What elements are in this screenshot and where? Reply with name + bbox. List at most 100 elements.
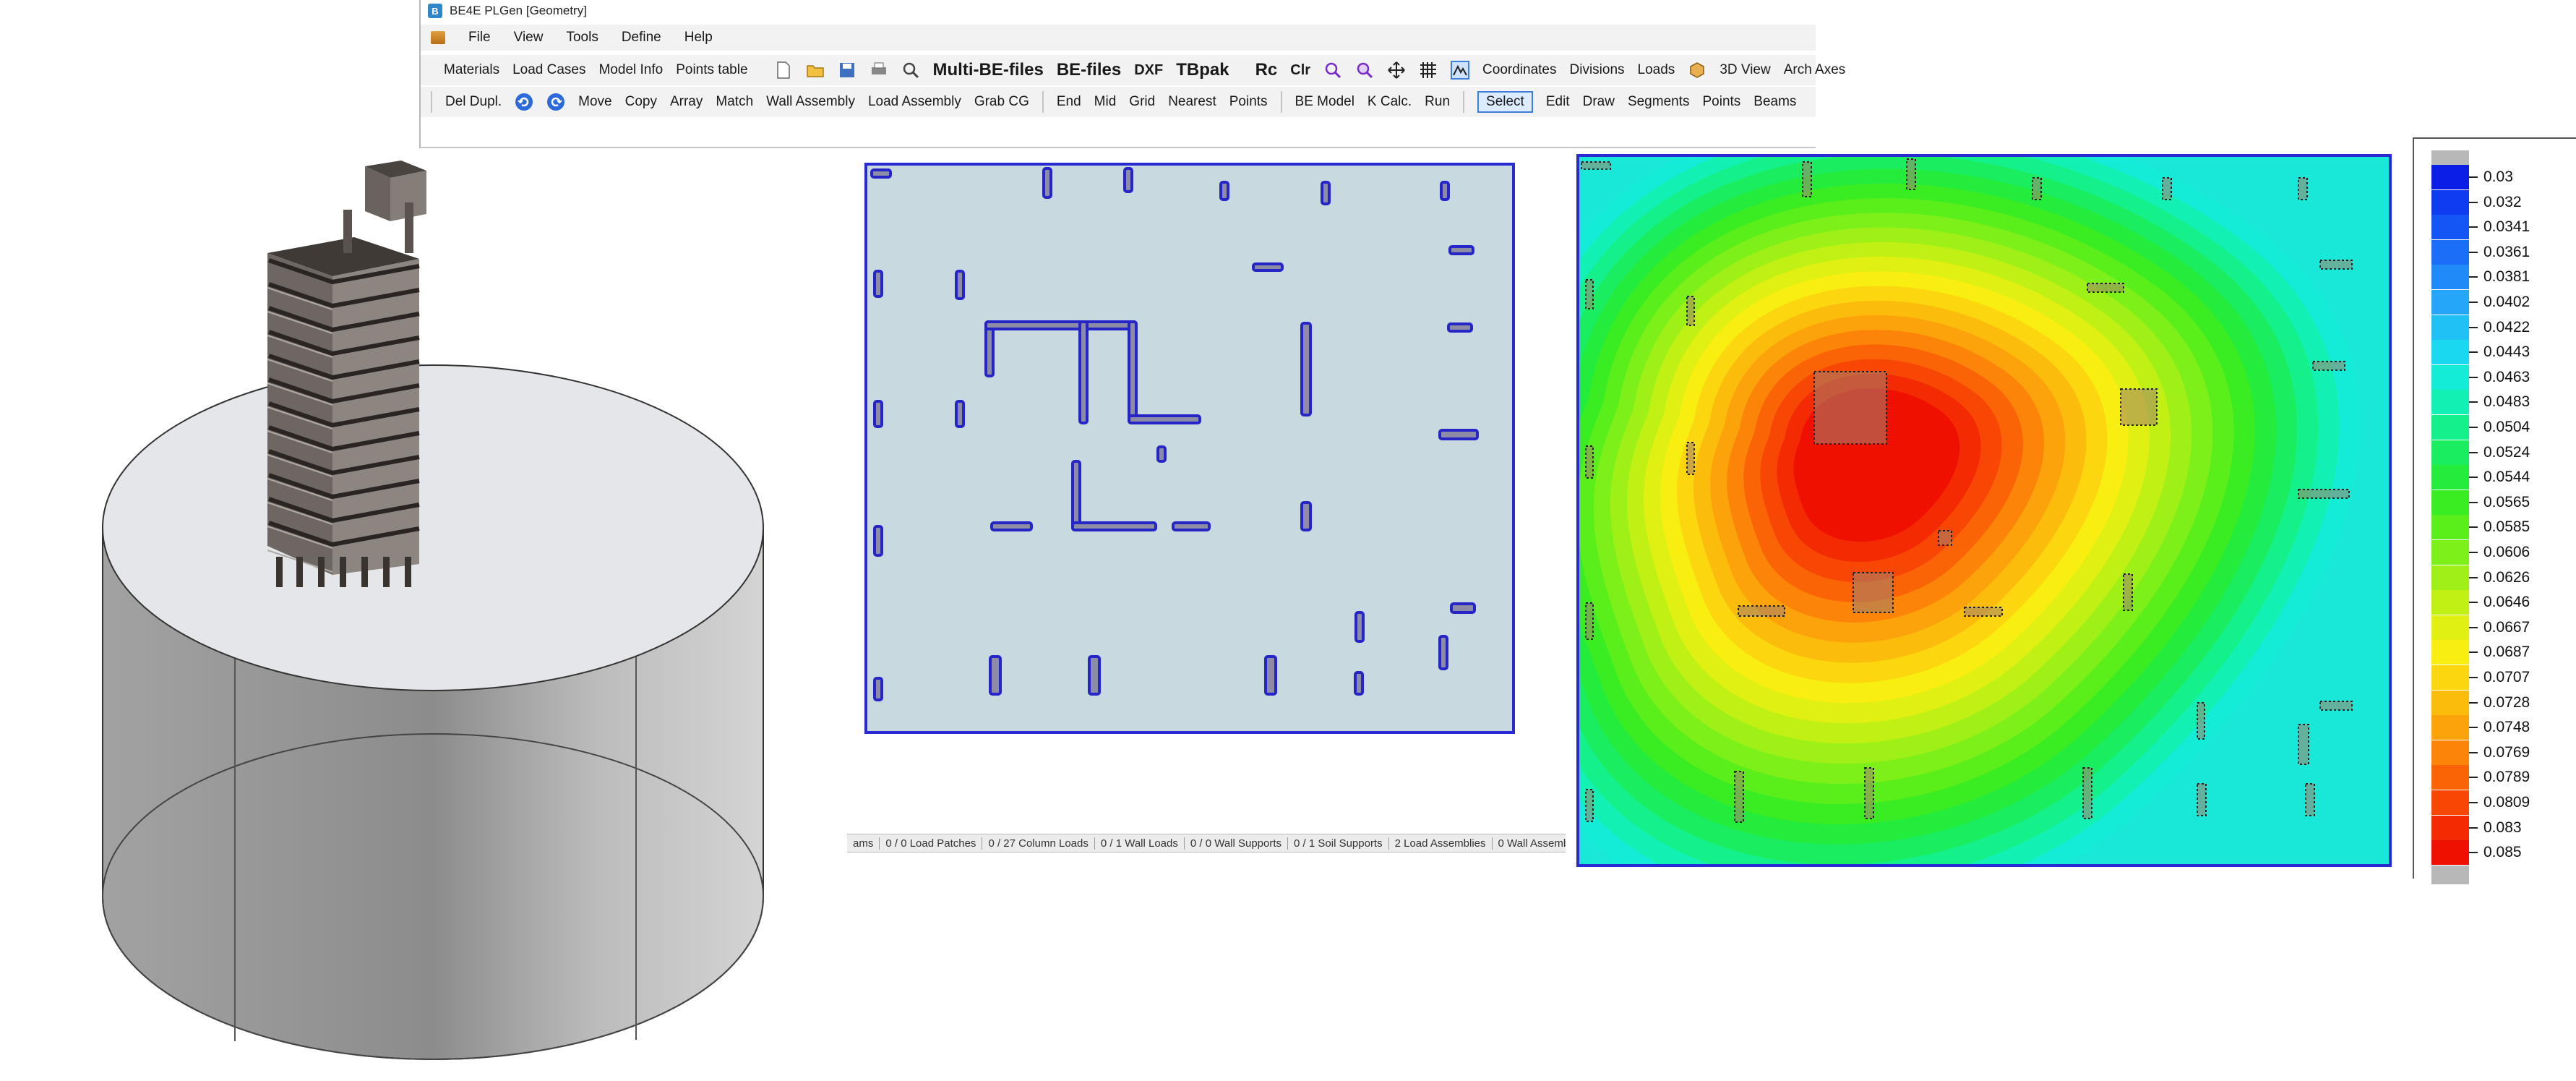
- plan-wall-element[interactable]: [1448, 245, 1474, 255]
- match-button[interactable]: Match: [716, 94, 753, 110]
- model-info-button[interactable]: Model Info: [598, 62, 663, 78]
- plan-wall-element[interactable]: [1321, 181, 1331, 205]
- status-tab-wall-supports[interactable]: 0 / 0 Wall Supports: [1185, 837, 1289, 850]
- menu-file[interactable]: File: [468, 30, 491, 46]
- status-tab-column-loads[interactable]: 0 / 27 Column Loads: [982, 837, 1095, 850]
- plan-wall-element[interactable]: [1128, 414, 1201, 424]
- plan-wall-element[interactable]: [873, 270, 883, 298]
- status-tab-wall-loads[interactable]: 0 / 1 Wall Loads: [1095, 837, 1185, 850]
- wall-assembly-button[interactable]: Wall Assembly: [766, 94, 855, 110]
- undo-icon[interactable]: [515, 93, 533, 111]
- plan-wall-element[interactable]: [1088, 655, 1101, 696]
- move-button[interactable]: Move: [578, 94, 611, 110]
- structure-view-icon[interactable]: [1451, 61, 1470, 80]
- copy-button[interactable]: Copy: [625, 94, 657, 110]
- be-model-button[interactable]: BE Model: [1295, 94, 1354, 110]
- new-file-icon[interactable]: [774, 61, 793, 80]
- load-assembly-button[interactable]: Load Assembly: [868, 94, 961, 110]
- redo-icon[interactable]: [546, 93, 565, 111]
- dxf-button[interactable]: DXF: [1134, 62, 1163, 79]
- plan-wall-element[interactable]: [955, 400, 965, 428]
- status-tab-items[interactable]: ams: [847, 837, 880, 850]
- plan-wall-element[interactable]: [873, 677, 883, 701]
- select-mode-button[interactable]: Select: [1477, 91, 1533, 113]
- foundation-plan-view[interactable]: [864, 163, 1515, 734]
- points-table-button[interactable]: Points table: [676, 62, 747, 78]
- edit-mode-button[interactable]: Edit: [1546, 94, 1570, 110]
- save-icon[interactable]: [838, 61, 856, 80]
- plan-wall-element[interactable]: [1300, 501, 1312, 531]
- clr-button[interactable]: Clr: [1290, 62, 1310, 79]
- snap-nearest-button[interactable]: Nearest: [1168, 94, 1216, 110]
- view-3d-button[interactable]: 3D View: [1720, 62, 1770, 78]
- menu-view[interactable]: View: [514, 30, 544, 46]
- building-3d-model[interactable]: [87, 152, 781, 1081]
- plan-wall-element[interactable]: [984, 320, 1138, 330]
- segments-mode-button[interactable]: Segments: [1628, 94, 1690, 110]
- status-tab-load-patches[interactable]: 0 / 0 Load Patches: [880, 837, 983, 850]
- plan-wall-element[interactable]: [1440, 181, 1450, 201]
- pan-icon[interactable]: [1387, 61, 1406, 80]
- plan-wall-element[interactable]: [1128, 320, 1138, 424]
- menu-tools[interactable]: Tools: [566, 30, 598, 46]
- plan-wall-element[interactable]: [1123, 167, 1133, 193]
- loads-button[interactable]: Loads: [1638, 62, 1675, 78]
- status-tab-wall-assemblies[interactable]: 0 Wall Assemblies: [1493, 837, 1566, 850]
- snap-mid-button[interactable]: Mid: [1094, 94, 1117, 110]
- plan-wall-element[interactable]: [1450, 602, 1476, 614]
- status-tab-soil-supports[interactable]: 0 / 1 Soil Supports: [1288, 837, 1389, 850]
- draw-mode-button[interactable]: Draw: [1583, 94, 1615, 110]
- plan-wall-element[interactable]: [1156, 445, 1167, 463]
- grab-cg-button[interactable]: Grab CG: [974, 94, 1029, 110]
- beams-mode-button[interactable]: Beams: [1753, 94, 1796, 110]
- app-menu-icon[interactable]: [431, 31, 445, 44]
- be-files-button[interactable]: BE-files: [1057, 60, 1121, 80]
- print-icon[interactable]: [870, 61, 888, 80]
- snap-points-button[interactable]: Points: [1229, 94, 1268, 110]
- settlement-contour-plot[interactable]: [1576, 153, 2392, 868]
- plan-wall-element[interactable]: [873, 525, 883, 557]
- zoom-extents-icon[interactable]: [1355, 61, 1374, 80]
- points-mode-button[interactable]: Points: [1702, 94, 1740, 110]
- arch-axes-button[interactable]: Arch Axes: [1784, 62, 1846, 78]
- plan-wall-element[interactable]: [1447, 322, 1473, 333]
- rc-button[interactable]: Rc: [1255, 60, 1278, 80]
- plan-wall-element[interactable]: [955, 270, 965, 300]
- plan-wall-element[interactable]: [1252, 262, 1284, 272]
- multi-be-files-button[interactable]: Multi-BE-files: [933, 60, 1044, 80]
- k-calc-button[interactable]: K Calc.: [1368, 94, 1412, 110]
- load-cases-button[interactable]: Load Cases: [512, 62, 585, 78]
- plan-wall-element[interactable]: [990, 521, 1033, 531]
- menu-help[interactable]: Help: [684, 30, 713, 46]
- plan-wall-element[interactable]: [870, 168, 892, 179]
- plan-wall-element[interactable]: [1264, 655, 1277, 696]
- zoom-window-icon[interactable]: [1323, 61, 1342, 80]
- plan-wall-element[interactable]: [1438, 635, 1448, 670]
- view-3d-icon[interactable]: [1688, 61, 1706, 80]
- plan-wall-element[interactable]: [1354, 611, 1365, 643]
- plan-wall-element[interactable]: [1300, 322, 1312, 416]
- divisions-button[interactable]: Divisions: [1570, 62, 1625, 78]
- tbpak-button[interactable]: TBpak: [1176, 60, 1229, 80]
- materials-button[interactable]: Materials: [444, 62, 499, 78]
- plan-wall-element[interactable]: [1354, 671, 1364, 696]
- menu-define[interactable]: Define: [622, 30, 661, 46]
- zoom-icon[interactable]: [901, 61, 920, 80]
- plan-wall-element[interactable]: [1172, 521, 1211, 531]
- plan-wall-element[interactable]: [1071, 521, 1157, 531]
- plan-wall-element[interactable]: [1071, 460, 1081, 531]
- open-folder-icon[interactable]: [806, 61, 825, 80]
- plan-wall-element[interactable]: [1438, 429, 1479, 440]
- run-button[interactable]: Run: [1425, 94, 1450, 110]
- array-button[interactable]: Array: [670, 94, 703, 110]
- plan-wall-element[interactable]: [989, 655, 1002, 696]
- snap-grid-button[interactable]: Grid: [1129, 94, 1155, 110]
- plan-wall-element[interactable]: [1219, 181, 1229, 201]
- plan-wall-element[interactable]: [873, 400, 883, 428]
- grid-icon[interactable]: [1419, 61, 1438, 80]
- del-dupl-button[interactable]: Del Dupl.: [445, 94, 502, 110]
- plan-wall-element[interactable]: [1042, 167, 1052, 199]
- status-tab-load-assemblies[interactable]: 2 Load Assemblies: [1389, 837, 1493, 850]
- coordinates-button[interactable]: Coordinates: [1482, 62, 1556, 78]
- snap-end-button[interactable]: End: [1057, 94, 1081, 110]
